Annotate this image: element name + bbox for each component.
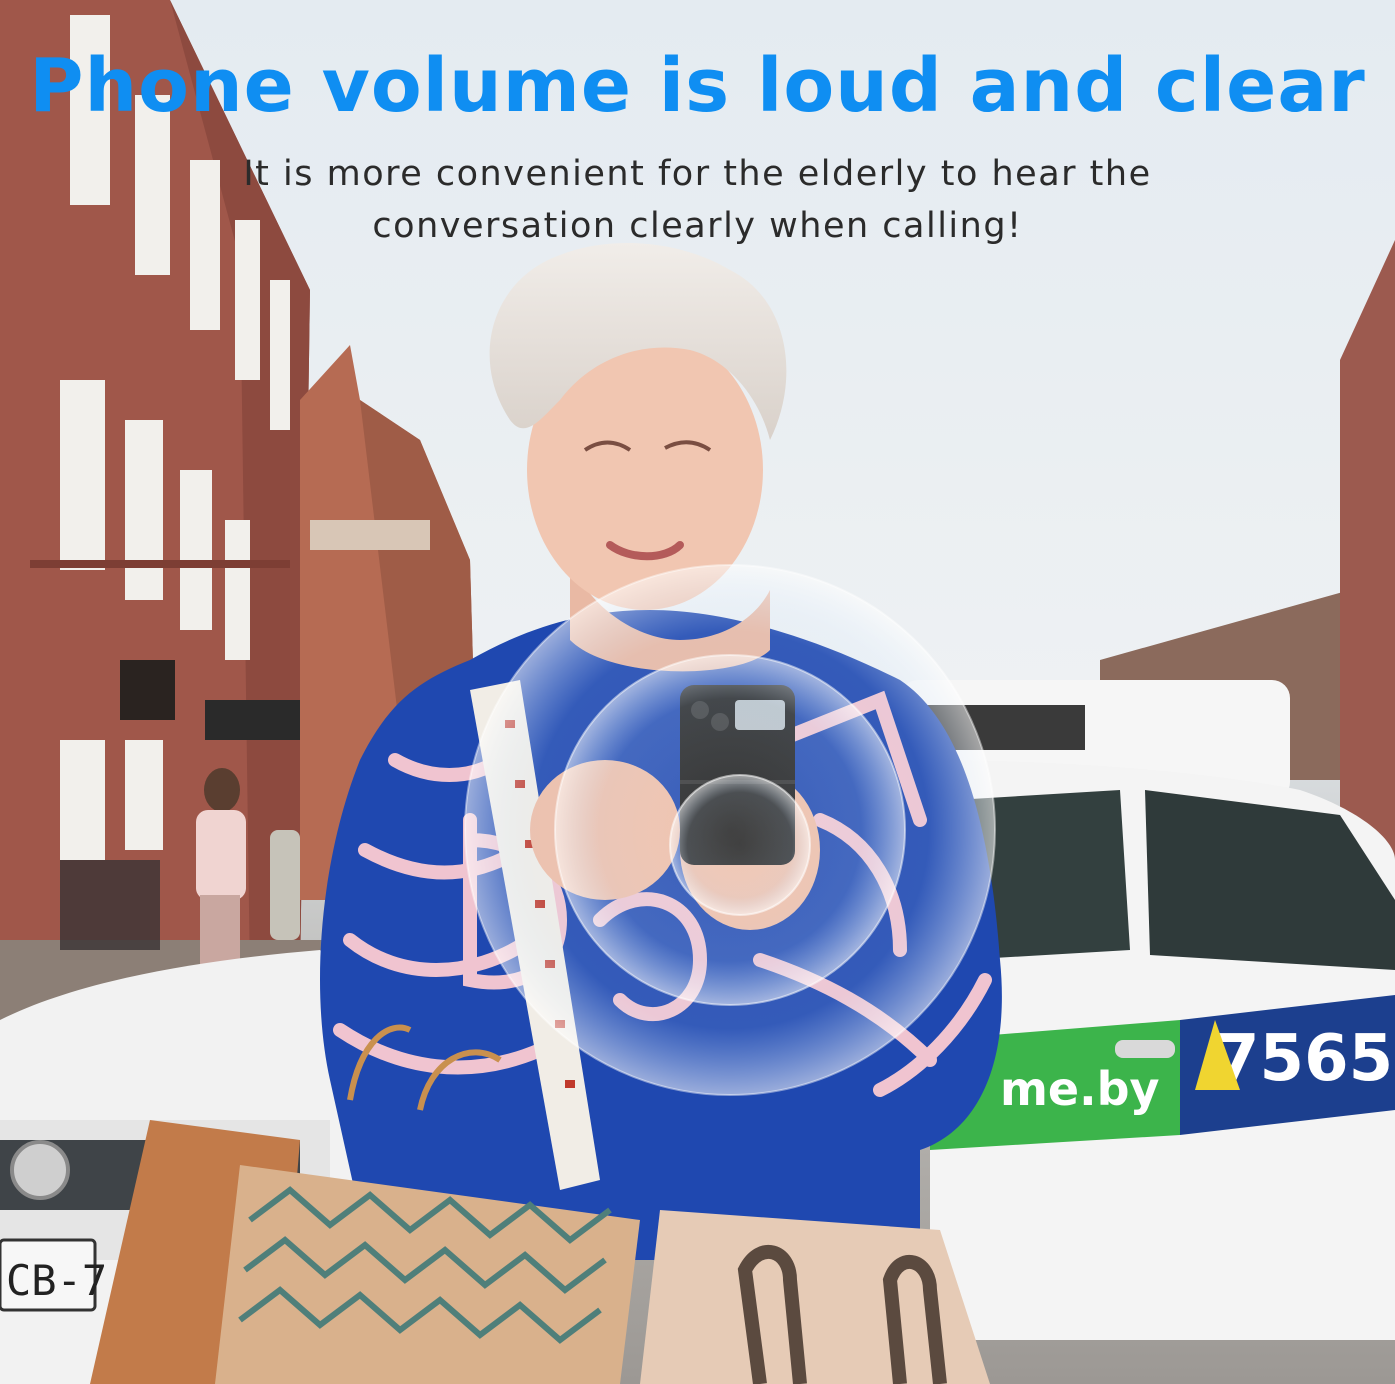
headline: Phone volume is loud and clear (29, 43, 1366, 129)
taxi-door-text: me.by (1000, 1062, 1160, 1116)
sound-waves-graphic (464, 564, 996, 1096)
taxi-car: me.by 7565 (930, 760, 1395, 1340)
product-image: CB-7 me.by 7565 Phone volume is loud and… (0, 0, 1395, 1384)
license-plate: CB-7 (6, 1256, 107, 1305)
subline: It is more convenient for the elderly to… (243, 154, 1152, 246)
taxi-number: 7565 (1215, 1022, 1393, 1096)
